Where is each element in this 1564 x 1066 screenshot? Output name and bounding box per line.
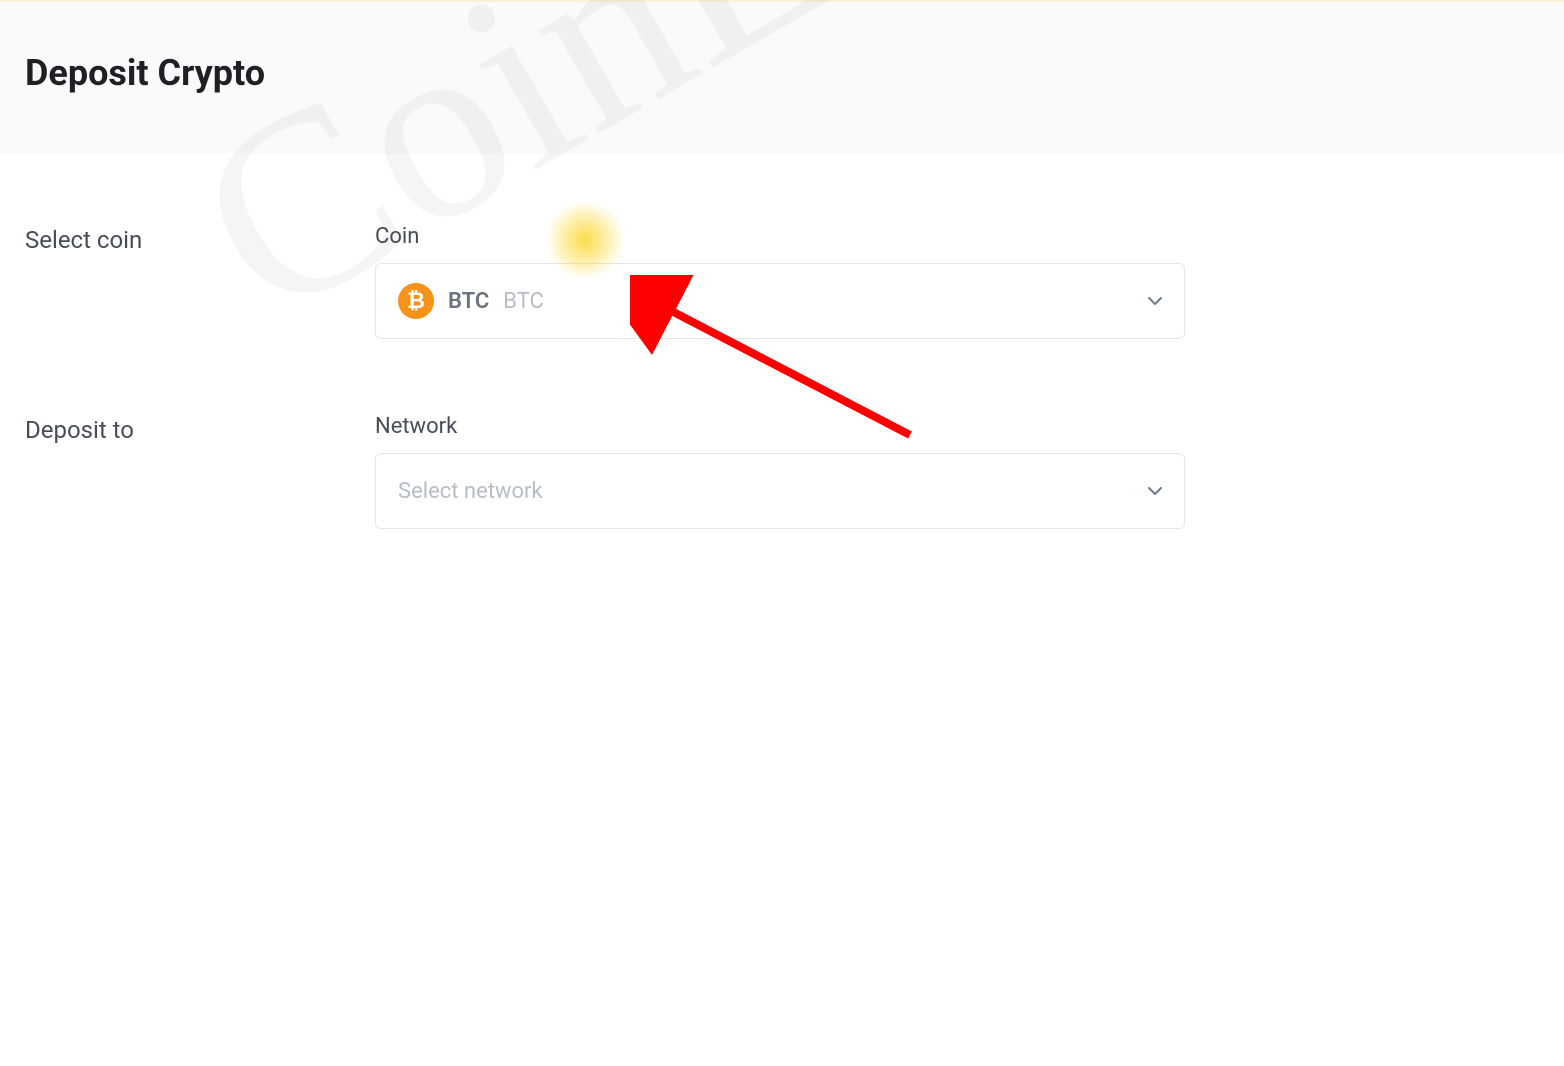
coin-dropdown[interactable]: ₿ BTC BTC: [375, 263, 1185, 339]
network-dropdown[interactable]: Select network: [375, 453, 1185, 529]
chevron-down-icon: [1148, 297, 1162, 305]
network-placeholder: Select network: [398, 479, 543, 504]
bitcoin-icon: ₿: [395, 280, 438, 323]
page-title: Deposit Crypto: [25, 52, 1539, 94]
network-dropdown-content: Select network: [398, 479, 543, 504]
coin-field-group: Coin ₿ BTC BTC: [375, 224, 1185, 339]
chevron-down-icon: [1148, 487, 1162, 495]
deposit-to-row: Deposit to Network Select network: [25, 414, 1539, 529]
select-coin-row: Select coin Coin ₿ BTC BTC: [25, 224, 1539, 339]
coin-name: BTC: [503, 289, 544, 314]
deposit-to-label: Deposit to: [25, 414, 375, 529]
coin-dropdown-content: ₿ BTC BTC: [398, 283, 544, 319]
coin-field-label: Coin: [375, 224, 1185, 249]
coin-symbol: BTC: [448, 289, 489, 314]
select-coin-label: Select coin: [25, 224, 375, 339]
deposit-form: Select coin Coin ₿ BTC BTC Deposit to Ne…: [0, 154, 1564, 529]
page-header: Deposit Crypto: [0, 0, 1564, 154]
network-field-group: Network Select network: [375, 414, 1185, 529]
network-field-label: Network: [375, 414, 1185, 439]
